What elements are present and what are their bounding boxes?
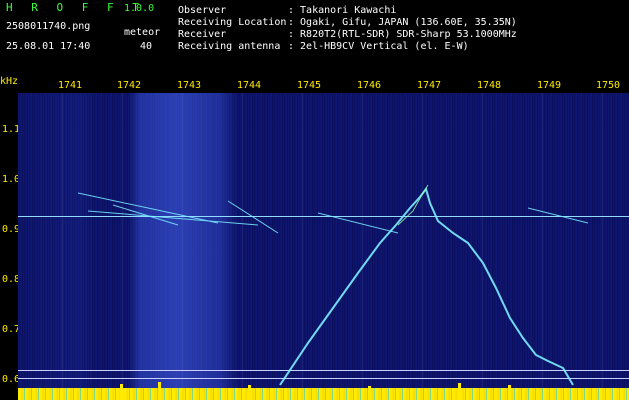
receiver-value: : R820T2(RTL-SDR) SDR-Sharp 53.1000MHz bbox=[288, 29, 517, 40]
x-tick: 1741 bbox=[58, 80, 83, 91]
x-tick: 1742 bbox=[117, 80, 142, 91]
signal-strength-strip bbox=[18, 388, 629, 400]
x-tick: 1750 bbox=[596, 80, 621, 91]
meteor-label: meteor bbox=[124, 27, 161, 38]
spectrogram bbox=[18, 93, 629, 400]
observer-value: : Takanori Kawachi bbox=[288, 5, 397, 16]
receiver-label: Receiver bbox=[178, 29, 227, 40]
app-version: 1.0.0 bbox=[124, 3, 155, 14]
meteor-count: 40 bbox=[140, 41, 153, 52]
y-axis-unit: kHz bbox=[0, 76, 19, 87]
location-value: : Ogaki, Gifu, JAPAN (136.60E, 35.35N) bbox=[288, 17, 517, 28]
location-label: Receiving Location bbox=[178, 17, 287, 28]
x-tick: 1747 bbox=[417, 80, 442, 91]
file-name: 2508011740.png bbox=[6, 21, 91, 32]
x-tick: 1749 bbox=[537, 80, 562, 91]
observer-label: Observer bbox=[178, 5, 227, 16]
x-tick: 1748 bbox=[477, 80, 502, 91]
x-tick: 1746 bbox=[357, 80, 382, 91]
x-tick: 1744 bbox=[237, 80, 262, 91]
meteor-trails bbox=[77, 184, 589, 386]
header-panel: H R O F F T 1.0.0 2508011740.png meteor … bbox=[0, 0, 629, 72]
datetime: 25.08.01 17:40 bbox=[6, 41, 91, 52]
x-tick: 1743 bbox=[177, 80, 202, 91]
antenna-value: : 2el-HB9CV Vertical (el. E-W) bbox=[288, 41, 469, 52]
antenna-label: Receiving antenna bbox=[178, 41, 281, 52]
x-tick: 1745 bbox=[297, 80, 322, 91]
